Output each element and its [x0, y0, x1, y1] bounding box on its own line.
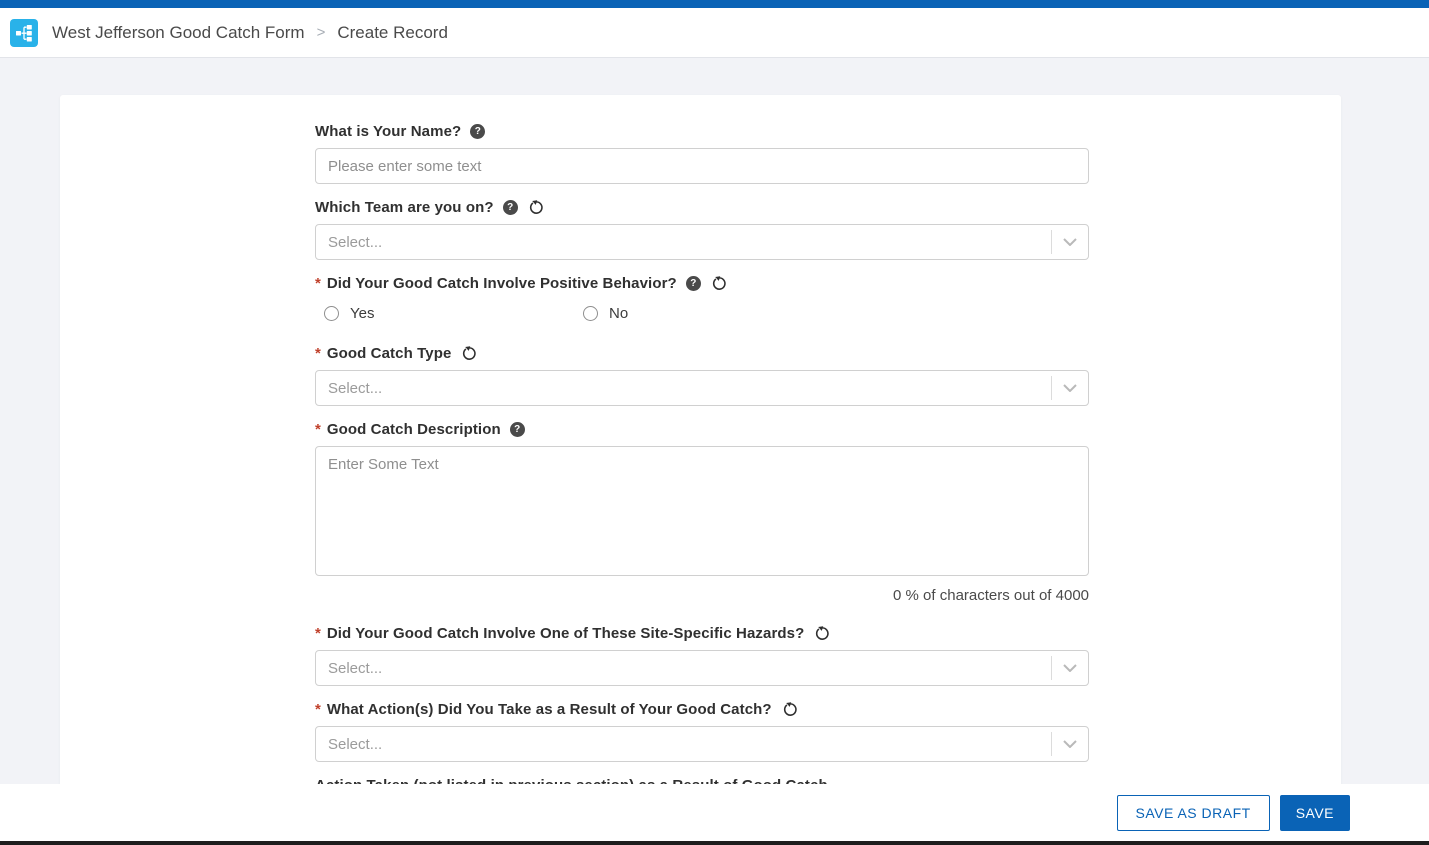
field-which-team: Which Team are you on? ? Select...	[315, 199, 1089, 260]
field-label: Good Catch Type	[327, 345, 452, 362]
field-what-is-your-name: What is Your Name? ?	[315, 123, 1089, 184]
save-as-draft-button[interactable]: SAVE AS DRAFT	[1117, 795, 1270, 831]
refresh-options-icon[interactable]	[462, 346, 477, 361]
chevron-down-icon[interactable]	[1052, 384, 1088, 392]
required-marker: *	[315, 421, 321, 438]
app-flow-diagram-icon[interactable]	[10, 19, 38, 47]
help-icon[interactable]: ?	[686, 276, 701, 291]
radio-circle-icon[interactable]	[583, 306, 598, 321]
required-marker: *	[315, 625, 321, 642]
page-background: What is Your Name? ? Which Team are you …	[0, 59, 1429, 845]
radio-circle-icon[interactable]	[324, 306, 339, 321]
help-icon[interactable]: ?	[510, 422, 525, 437]
field-label: What is Your Name?	[315, 123, 461, 140]
help-icon[interactable]: ?	[470, 124, 485, 139]
breadcrumb-separator-icon: >	[317, 24, 326, 41]
radio-label: Yes	[350, 305, 374, 322]
create-record-form: What is Your Name? ? Which Team are you …	[315, 95, 1089, 838]
radio-option-yes[interactable]: Yes	[324, 305, 583, 322]
radio-label: No	[609, 305, 628, 322]
field-positive-behavior: * Did Your Good Catch Involve Positive B…	[315, 275, 1089, 322]
field-label-row: * What Action(s) Did You Take as a Resul…	[315, 701, 1089, 718]
select-placeholder: Select...	[316, 380, 1051, 397]
breadcrumb: West Jefferson Good Catch Form > Create …	[52, 23, 448, 43]
breadcrumb-item-create-record: Create Record	[337, 23, 448, 43]
field-label-row: * Good Catch Type	[315, 345, 1089, 362]
refresh-options-icon[interactable]	[783, 702, 798, 717]
field-label-row: What is Your Name? ?	[315, 123, 1089, 140]
form-action-footer: SAVE AS DRAFT SAVE	[0, 784, 1429, 845]
required-marker: *	[315, 345, 321, 362]
description-textarea[interactable]	[315, 446, 1089, 576]
field-good-catch-type: * Good Catch Type Select...	[315, 345, 1089, 406]
breadcrumb-header: West Jefferson Good Catch Form > Create …	[0, 8, 1429, 58]
good-catch-type-select[interactable]: Select...	[315, 370, 1089, 406]
refresh-options-icon[interactable]	[712, 276, 727, 291]
name-input[interactable]	[315, 148, 1089, 184]
select-placeholder: Select...	[316, 736, 1051, 753]
field-label-row: * Did Your Good Catch Involve One of The…	[315, 625, 1089, 642]
field-label-row: * Did Your Good Catch Involve Positive B…	[315, 275, 1089, 292]
chevron-down-icon[interactable]	[1052, 664, 1088, 672]
field-label: Which Team are you on?	[315, 199, 494, 216]
field-label-row: * Good Catch Description ?	[315, 421, 1089, 438]
required-marker: *	[315, 701, 321, 718]
field-label: Did Your Good Catch Involve Positive Beh…	[327, 275, 677, 292]
chevron-down-icon[interactable]	[1052, 238, 1088, 246]
field-label: Did Your Good Catch Involve One of These…	[327, 625, 805, 642]
form-card: What is Your Name? ? Which Team are you …	[60, 95, 1341, 845]
field-label: What Action(s) Did You Take as a Result …	[327, 701, 772, 718]
field-label-row: Which Team are you on? ?	[315, 199, 1089, 216]
select-placeholder: Select...	[316, 234, 1051, 251]
chevron-down-icon[interactable]	[1052, 740, 1088, 748]
field-site-specific-hazards: * Did Your Good Catch Involve One of The…	[315, 625, 1089, 686]
radio-option-no[interactable]: No	[583, 305, 842, 322]
radio-group-positive-behavior: Yes No	[315, 305, 1089, 322]
required-marker: *	[315, 275, 321, 292]
breadcrumb-item-form[interactable]: West Jefferson Good Catch Form	[52, 23, 305, 43]
character-counter: 0 % of characters out of 4000	[315, 587, 1089, 604]
hazards-select[interactable]: Select...	[315, 650, 1089, 686]
field-good-catch-description: * Good Catch Description ? 0 % of charac…	[315, 421, 1089, 604]
team-select[interactable]: Select...	[315, 224, 1089, 260]
refresh-options-icon[interactable]	[529, 200, 544, 215]
field-label: Good Catch Description	[327, 421, 501, 438]
top-accent-bar	[0, 0, 1429, 8]
select-placeholder: Select...	[316, 660, 1051, 677]
actions-select[interactable]: Select...	[315, 726, 1089, 762]
refresh-options-icon[interactable]	[815, 626, 830, 641]
help-icon[interactable]: ?	[503, 200, 518, 215]
save-button[interactable]: SAVE	[1280, 795, 1350, 831]
flow-diagram-glyph	[15, 24, 33, 42]
field-actions-taken-select: * What Action(s) Did You Take as a Resul…	[315, 701, 1089, 762]
